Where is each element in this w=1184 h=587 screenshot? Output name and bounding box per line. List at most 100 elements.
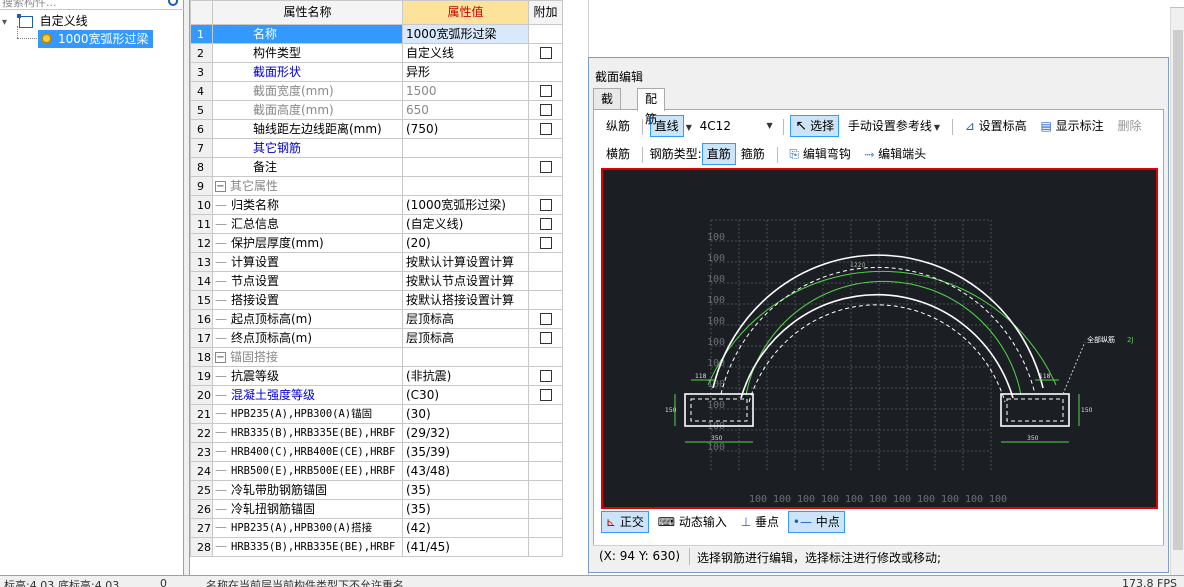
property-value[interactable] <box>402 347 529 367</box>
show-dimension-button[interactable]: ▤ 显示标注 <box>1035 115 1108 137</box>
property-value[interactable]: (自定义线) <box>402 214 529 234</box>
property-name[interactable]: — 计算设置 <box>212 252 403 272</box>
property-row[interactable]: 25— 冷轧带肋钢筋锚固 (35) <box>190 480 563 500</box>
collapse-group-icon[interactable]: − <box>215 180 226 192</box>
edit-hook-button[interactable]: ⎘ 编辑弯钩 <box>784 143 855 165</box>
property-name[interactable]: 其它钢筋 <box>212 138 403 158</box>
property-value[interactable]: 层顶标高 <box>402 309 529 329</box>
property-value[interactable]: (30) <box>402 404 529 424</box>
vertical-scrollbar[interactable] <box>1170 8 1184 575</box>
dim-label-right-side[interactable]: 150 <box>1081 407 1093 414</box>
dim-label-top[interactable]: 1220 <box>850 262 865 269</box>
property-row[interactable]: 16— 起点顶标高(m) 层顶标高 <box>190 309 563 329</box>
property-name[interactable]: — HRB335(B),HRB335E(BE),HRBF <box>212 537 403 557</box>
property-name[interactable]: 截面高度(mm) <box>212 100 403 120</box>
rebar-annotation-label[interactable]: 全部纵筋 <box>1087 335 1115 344</box>
property-row[interactable]: 7 其它钢筋 <box>190 138 563 158</box>
section-drawing[interactable]: 100 100 100 100 100 100 100 100 100 100 100 100 100 1… <box>603 170 1156 507</box>
extra-checkbox[interactable] <box>539 199 552 211</box>
ortho-button[interactable]: ⊾ 正交 <box>601 511 649 533</box>
property-row[interactable]: 4 截面宽度(mm) 1500 <box>190 81 563 101</box>
property-name[interactable]: — 抗震等级 <box>212 366 403 386</box>
property-value[interactable]: (C30) <box>402 385 529 405</box>
property-value[interactable]: 650 <box>402 100 529 120</box>
extra-checkbox[interactable] <box>539 161 552 173</box>
collapse-group-icon[interactable]: − <box>215 351 226 363</box>
property-value[interactable]: (29/32) <box>402 423 529 443</box>
property-row[interactable]: 11— 汇总信息 (自定义线) <box>190 214 563 234</box>
rebar-spec-combo[interactable]: 4C12 ▼ <box>695 116 776 136</box>
dropdown-arrow-icon[interactable]: ▼ <box>686 123 692 132</box>
property-row[interactable]: 8 备注 <box>190 157 563 177</box>
property-name[interactable]: − 锚固搭接 <box>212 347 403 367</box>
tab-section[interactable]: 截面 <box>593 88 622 126</box>
property-row[interactable]: 13— 计算设置 按默认计算设置计算 <box>190 252 563 272</box>
property-row[interactable]: 14— 节点设置 按默认节点设置计算 <box>190 271 563 291</box>
property-value[interactable]: 按默认节点设置计算 <box>402 271 529 291</box>
property-value[interactable] <box>402 176 529 196</box>
property-value[interactable]: (35) <box>402 499 529 519</box>
property-row[interactable]: 19— 抗震等级 (非抗震) <box>190 366 563 386</box>
property-name[interactable]: — 汇总信息 <box>212 214 403 234</box>
property-row[interactable]: 6 轴线距左边线距离(mm) (750) <box>190 119 563 139</box>
property-name[interactable]: — HPB235(A),HPB300(A)搭接 <box>212 518 403 538</box>
tree-search-box[interactable]: 搜索构件... <box>0 0 184 10</box>
property-name[interactable]: 备注 <box>212 157 403 177</box>
property-row[interactable]: 9− 其它属性 <box>190 176 563 196</box>
property-row[interactable]: 20— 混凝土强度等级 (C30) <box>190 385 563 405</box>
property-value[interactable]: 按默认计算设置计算 <box>402 252 529 272</box>
property-row[interactable]: 17— 终点顶标高(m) 层顶标高 <box>190 328 563 348</box>
perpendicular-snap-button[interactable]: ⊥ 垂点 <box>736 511 784 533</box>
property-value[interactable] <box>402 138 529 158</box>
tab-reinforcement[interactable]: 配筋 <box>637 88 666 126</box>
dim-label-left-side[interactable]: 150 <box>665 407 677 414</box>
extra-checkbox[interactable] <box>539 104 552 116</box>
property-row[interactable]: 27— HPB235(A),HPB300(A)搭接 (42) <box>190 518 563 538</box>
property-value[interactable]: (35) <box>402 480 529 500</box>
property-value[interactable]: (41/45) <box>402 537 529 557</box>
rebar-annotation-value[interactable]: 2J <box>1127 336 1134 344</box>
dropdown-arrow-icon[interactable]: ▼ <box>934 123 940 132</box>
property-name[interactable]: — 起点顶标高(m) <box>212 309 403 329</box>
section-drawing-canvas[interactable]: 100 100 100 100 100 100 100 100 100 100 100 100 100 1… <box>601 168 1158 509</box>
property-row[interactable]: 23— HRB400(C),HRB400E(CE),HRBF (35/39) <box>190 442 563 462</box>
property-name[interactable]: — 归类名称 <box>212 195 403 215</box>
delete-button[interactable]: 删除 <box>1112 115 1146 137</box>
property-row[interactable]: 15— 搭接设置 按默认搭接设置计算 <box>190 290 563 310</box>
dim-label-bottom-left[interactable]: 350 <box>711 435 723 442</box>
property-name[interactable]: − 其它属性 <box>212 176 403 196</box>
property-name[interactable]: — 搭接设置 <box>212 290 403 310</box>
manual-ref-line-button[interactable]: 手动设置参考线 ▼ <box>843 115 945 137</box>
property-value[interactable]: (43/48) <box>402 461 529 481</box>
property-name[interactable]: — HRB335(B),HRB335E(BE),HRBF <box>212 423 403 443</box>
scrollbar-thumb[interactable] <box>1173 30 1183 550</box>
property-value[interactable]: (20) <box>402 233 529 253</box>
property-row[interactable]: 28— HRB335(B),HRB335E(BE),HRBF (41/45) <box>190 537 563 557</box>
property-name[interactable]: — HRB400(C),HRB400E(CE),HRBF <box>212 442 403 462</box>
property-value[interactable] <box>402 157 529 177</box>
property-value[interactable]: (35/39) <box>402 442 529 462</box>
extra-checkbox[interactable] <box>539 332 552 344</box>
grid-header-extra[interactable]: 附加 <box>528 0 563 25</box>
tree-node-custom-line[interactable]: ▾ 自定义线 <box>2 12 88 30</box>
property-value[interactable]: 1000宽弧形过梁 <box>402 24 529 44</box>
property-name[interactable]: 构件类型 <box>212 43 403 63</box>
dim-label-bottom-right[interactable]: 350 <box>1027 435 1039 442</box>
dim-label-right-small[interactable]: 118 <box>1039 373 1051 380</box>
stirrup-button[interactable]: 箍筋 <box>736 143 770 165</box>
property-row[interactable]: 26— 冷轧扭钢筋锚固 (35) <box>190 499 563 519</box>
extra-checkbox[interactable] <box>539 218 552 230</box>
property-name[interactable]: — HPB235(A),HPB300(A)锚固 <box>212 404 403 424</box>
property-name[interactable]: — 终点顶标高(m) <box>212 328 403 348</box>
property-value[interactable]: (非抗震) <box>402 366 529 386</box>
property-row[interactable]: 18− 锚固搭接 <box>190 347 563 367</box>
property-name[interactable]: — 节点设置 <box>212 271 403 291</box>
property-name[interactable]: — 冷轧扭钢筋锚固 <box>212 499 403 519</box>
property-row[interactable]: 5 截面高度(mm) 650 <box>190 100 563 120</box>
property-name[interactable]: — HRB500(E),HRB500E(EE),HRBF <box>212 461 403 481</box>
property-row[interactable]: 1 名称 1000宽弧形过梁 <box>190 24 563 44</box>
property-value[interactable]: 自定义线 <box>402 43 529 63</box>
property-value[interactable]: (42) <box>402 518 529 538</box>
property-row[interactable]: 2 构件类型 自定义线 <box>190 43 563 63</box>
property-name[interactable]: — 混凝土强度等级 <box>212 385 403 405</box>
